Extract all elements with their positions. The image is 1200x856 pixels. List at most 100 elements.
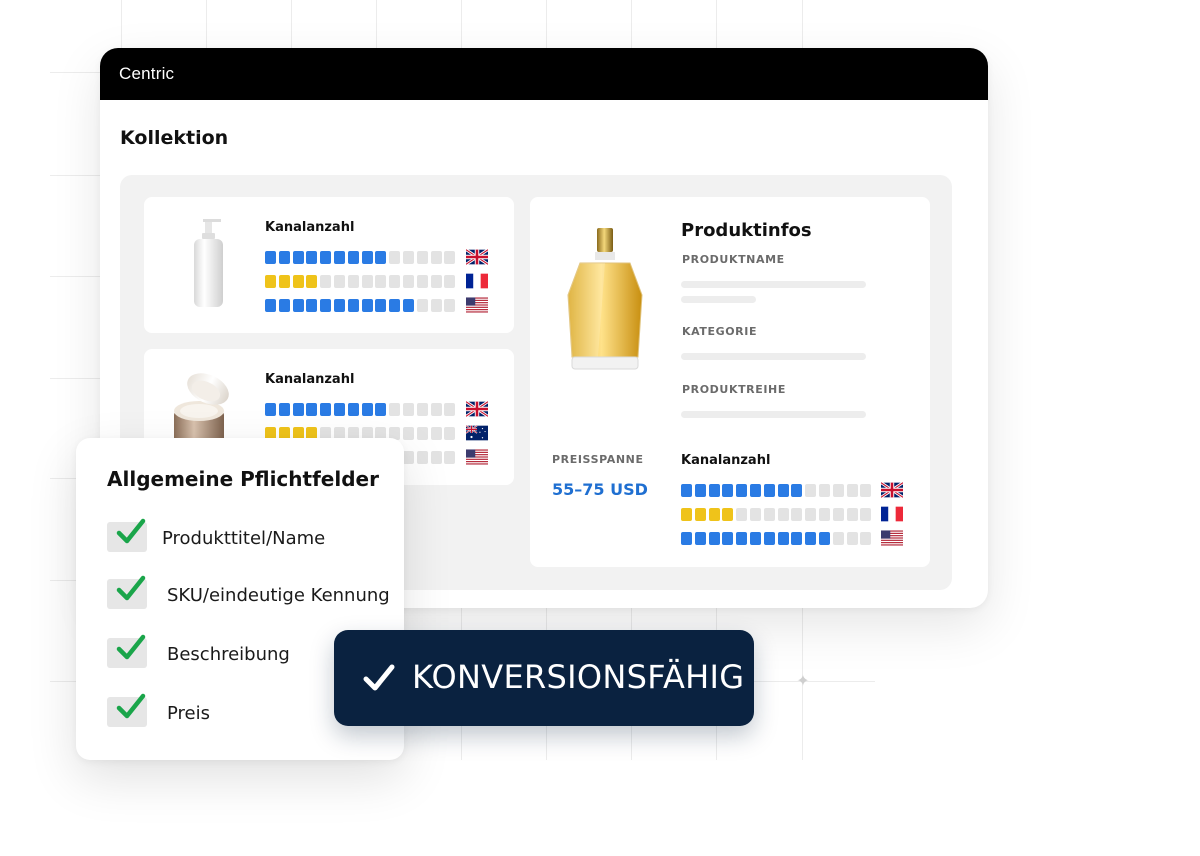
uk-flag-icon — [466, 249, 488, 265]
empty-segment — [430, 451, 442, 464]
placeholder-line — [681, 353, 866, 360]
filled-segment — [791, 532, 803, 545]
empty-segment — [430, 275, 442, 288]
checkbox[interactable] — [107, 518, 147, 552]
empty-segment — [403, 403, 414, 416]
filled-segment — [278, 275, 290, 288]
checkbox[interactable] — [107, 693, 147, 727]
filled-segment — [736, 532, 748, 545]
filled-segment — [722, 484, 734, 497]
placeholder-line — [681, 296, 756, 303]
checklist-item[interactable]: Produkttitel/Name — [107, 518, 397, 552]
empty-segment — [860, 484, 872, 497]
empty-segment — [763, 508, 775, 521]
empty-segment — [416, 251, 428, 264]
empty-segment — [832, 508, 844, 521]
filled-segment — [375, 251, 387, 264]
usa-flag-icon — [466, 449, 488, 465]
empty-segment — [416, 403, 428, 416]
empty-segment — [403, 427, 414, 440]
empty-segment — [791, 508, 803, 521]
channel-count-label: Kanalanzahl — [265, 220, 355, 235]
empty-segment — [389, 403, 401, 416]
filled-segment — [694, 532, 706, 545]
filled-segment — [708, 508, 720, 521]
filled-segment — [722, 508, 734, 521]
category-label: KATEGORIE — [682, 325, 758, 338]
filled-segment — [306, 275, 318, 288]
filled-segment — [306, 299, 318, 312]
product-line-label: PRODUKTREIHE — [682, 383, 786, 396]
filled-segment — [334, 299, 345, 312]
page-title: Kollektion — [120, 127, 229, 149]
filled-segment — [361, 403, 373, 416]
filled-segment — [265, 299, 276, 312]
empty-segment — [430, 251, 442, 264]
checkbox[interactable] — [107, 575, 147, 609]
filled-segment — [306, 403, 318, 416]
empty-segment — [389, 251, 401, 264]
filled-segment — [389, 299, 401, 312]
filled-segment — [791, 484, 803, 497]
empty-segment — [444, 403, 456, 416]
filled-segment — [681, 508, 692, 521]
filled-segment — [694, 508, 706, 521]
filled-segment — [265, 403, 276, 416]
sparkle-icon: ✦ — [796, 671, 810, 690]
checklist-label: Preis — [167, 703, 210, 724]
filled-segment — [334, 251, 345, 264]
filled-segment — [777, 484, 789, 497]
filled-segment — [736, 484, 748, 497]
check-icon — [116, 518, 146, 544]
empty-segment — [334, 275, 345, 288]
empty-segment — [444, 251, 456, 264]
filled-segment — [320, 299, 332, 312]
app-title: Centric — [119, 64, 175, 83]
filled-segment — [265, 275, 276, 288]
empty-segment — [347, 275, 359, 288]
check-icon — [116, 575, 146, 601]
empty-segment — [846, 532, 858, 545]
filled-segment — [347, 403, 359, 416]
filled-segment — [681, 484, 692, 497]
empty-segment — [403, 251, 414, 264]
empty-segment — [403, 275, 414, 288]
filled-segment — [750, 484, 761, 497]
empty-segment — [846, 508, 858, 521]
check-icon — [116, 693, 146, 719]
empty-segment — [860, 508, 872, 521]
placeholder-line — [681, 411, 866, 418]
empty-segment — [832, 484, 844, 497]
empty-segment — [375, 275, 387, 288]
filled-segment — [763, 484, 775, 497]
filled-segment — [306, 251, 318, 264]
checklist-label: Beschreibung — [167, 644, 290, 665]
filled-segment — [278, 251, 290, 264]
empty-segment — [416, 275, 428, 288]
filled-segment — [361, 251, 373, 264]
filled-segment — [292, 403, 304, 416]
filled-segment — [805, 532, 817, 545]
product-info-title: Produktinfos — [681, 220, 812, 241]
filled-segment — [278, 299, 290, 312]
price-range-label: PREISSPANNE — [552, 453, 644, 466]
empty-segment — [444, 275, 456, 288]
conversion-ready-badge: KONVERSIONSFÄHIG — [334, 630, 754, 726]
filled-segment — [681, 532, 692, 545]
placeholder-line — [681, 281, 866, 288]
filled-segment — [694, 484, 706, 497]
empty-segment — [736, 508, 748, 521]
checklist-label: Produkttitel/Name — [162, 528, 326, 549]
price-range-value: 55–75 USD — [552, 480, 648, 499]
empty-segment — [860, 532, 872, 545]
filled-segment — [334, 403, 345, 416]
empty-segment — [832, 532, 844, 545]
checkbox[interactable] — [107, 634, 147, 668]
checklist-item[interactable]: SKU/eindeutige Kennung — [107, 575, 397, 609]
empty-segment — [819, 508, 830, 521]
filled-segment — [722, 532, 734, 545]
product-card[interactable]: Kanalanzahl — [144, 197, 514, 333]
filled-segment — [292, 299, 304, 312]
australia-flag-icon — [466, 425, 488, 441]
channel-count-label: Kanalanzahl — [681, 453, 771, 468]
